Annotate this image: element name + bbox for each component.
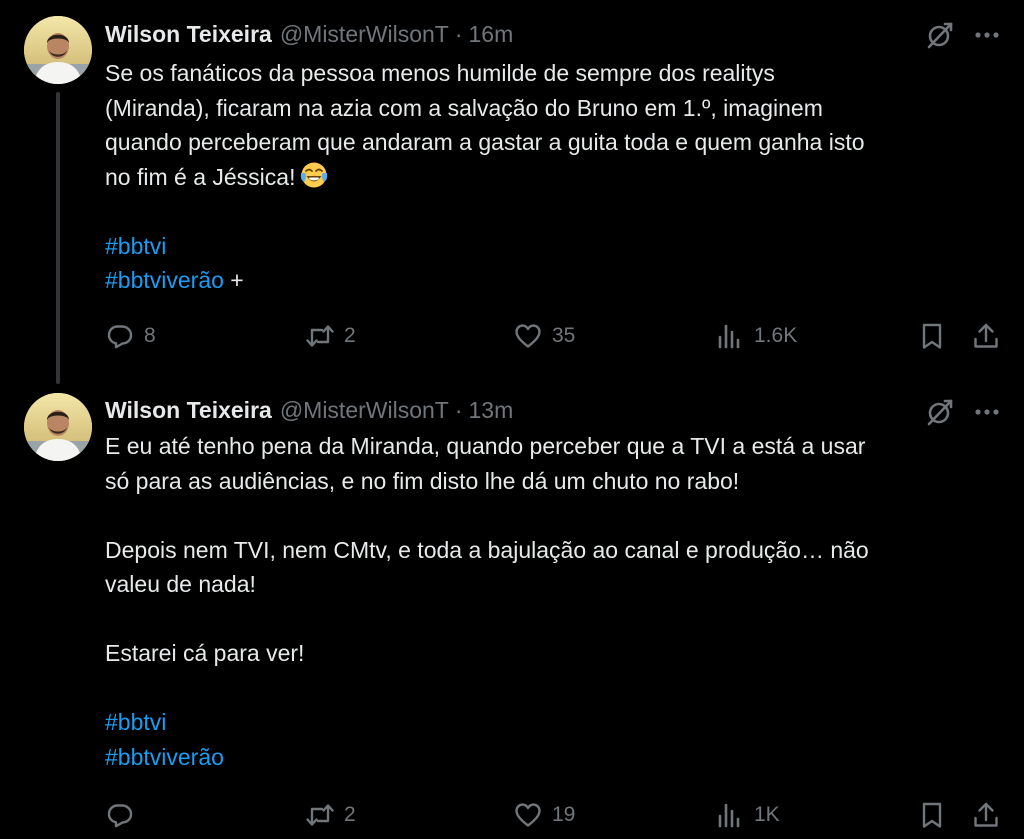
timestamp[interactable]: 16m <box>469 21 514 48</box>
tweet-text: E eu até tenho pena da Miranda, quando p… <box>105 429 1000 774</box>
share-icon <box>974 802 998 827</box>
share-button[interactable] <box>971 797 1001 833</box>
tweet[interactable]: Wilson Teixeira @MisterWilsonT · 16m Se … <box>0 0 1024 384</box>
retweet-icon <box>306 325 334 347</box>
avatar[interactable] <box>24 393 92 461</box>
views-count: 1.6K <box>754 324 798 347</box>
tweet-header: Wilson Teixeira @MisterWilsonT · 16m <box>105 20 513 48</box>
tweet[interactable]: Wilson Teixeira @MisterWilsonT · 13m E e… <box>0 377 1024 839</box>
separator-dot: · <box>454 20 463 47</box>
views-icon <box>718 803 740 828</box>
hashtag-suffix: + <box>223 267 244 293</box>
like-icon <box>515 803 541 827</box>
hashtag-link[interactable]: #bbtvi <box>105 709 166 735</box>
more-icon[interactable] <box>972 399 1002 425</box>
tweet-header: Wilson Teixeira @MisterWilsonT · 13m <box>105 396 513 424</box>
tweet-line-with-emoji: no fim é a Jéssica! <box>105 160 1000 195</box>
author-handle[interactable]: @MisterWilsonT <box>280 397 449 424</box>
views-button[interactable]: 1.6K <box>715 318 797 354</box>
retweet-button[interactable]: 2 <box>305 797 356 833</box>
retweet-icon <box>306 804 334 826</box>
tweet-line: no fim é a Jéssica! <box>105 163 296 190</box>
like-button[interactable]: 19 <box>513 797 575 833</box>
author-handle[interactable]: @MisterWilsonT <box>280 21 449 48</box>
timestamp[interactable]: 13m <box>469 397 514 424</box>
retweet-count: 2 <box>344 324 356 347</box>
bookmark-icon <box>922 323 942 349</box>
share-button[interactable] <box>971 318 1001 354</box>
reply-count: 8 <box>144 324 156 347</box>
avatar-image <box>24 393 92 461</box>
bookmark-button[interactable] <box>917 797 947 833</box>
grok-icon[interactable] <box>925 20 955 50</box>
bookmark-button[interactable] <box>917 318 947 354</box>
tweet-line: Estarei cá para ver! <box>105 640 305 666</box>
hashtag-link[interactable]: #bbtviverão <box>105 267 224 293</box>
share-icon <box>974 323 998 348</box>
hashtag-link[interactable]: #bbtviverão <box>105 744 224 770</box>
reply-button[interactable]: 8 <box>105 318 156 354</box>
like-count: 35 <box>552 324 576 347</box>
action-bar: 8 2 35 1.6K <box>105 318 1005 354</box>
avatar[interactable] <box>24 16 92 84</box>
like-count: 19 <box>552 803 576 826</box>
tweet-line: E eu até tenho pena da Miranda, quando p… <box>105 433 866 459</box>
tweet-line: só para as audiências, e no fim disto lh… <box>105 467 740 494</box>
author-name[interactable]: Wilson Teixeira <box>105 21 272 48</box>
tweet-line: quando perceberam que andaram a gastar a… <box>105 129 865 155</box>
reply-icon <box>107 325 133 349</box>
avatar-image <box>24 16 92 84</box>
views-count: 1K <box>754 803 780 826</box>
views-icon <box>718 324 740 349</box>
tweet-line: Se os fanáticos da pessoa menos humilde … <box>105 60 775 86</box>
bookmark-icon <box>922 802 942 828</box>
action-bar: 2 19 1K <box>105 797 1005 833</box>
views-button[interactable]: 1K <box>715 797 780 833</box>
tweet-line: (Miranda), ficaram na azia com a salvaçã… <box>105 94 823 121</box>
like-button[interactable]: 35 <box>513 318 575 354</box>
tweet-line: Depois nem TVI, nem CMtv, e toda a bajul… <box>105 536 869 563</box>
more-icon[interactable] <box>972 22 1002 48</box>
like-icon <box>515 324 541 348</box>
retweet-button[interactable]: 2 <box>305 318 356 354</box>
author-name[interactable]: Wilson Teixeira <box>105 397 272 424</box>
hashtag-line: #bbtviverão <box>105 740 1000 775</box>
thread-line <box>56 92 60 384</box>
hashtag-line: #bbtvi <box>105 229 1000 264</box>
separator-dot: · <box>454 396 463 423</box>
tweet-text: Se os fanáticos da pessoa menos humilde … <box>105 56 1000 298</box>
grok-icon[interactable] <box>925 397 955 427</box>
hashtag-line: #bbtvi <box>105 705 1000 740</box>
tweet-line: valeu de nada! <box>105 571 256 597</box>
retweet-count: 2 <box>344 803 356 826</box>
reply-button[interactable] <box>105 797 144 833</box>
hashtag-link[interactable]: #bbtvi <box>105 233 166 259</box>
hashtag-line: #bbtviverão + <box>105 263 1000 298</box>
face-with-tears-of-joy-icon <box>301 162 328 187</box>
reply-icon <box>107 804 133 828</box>
